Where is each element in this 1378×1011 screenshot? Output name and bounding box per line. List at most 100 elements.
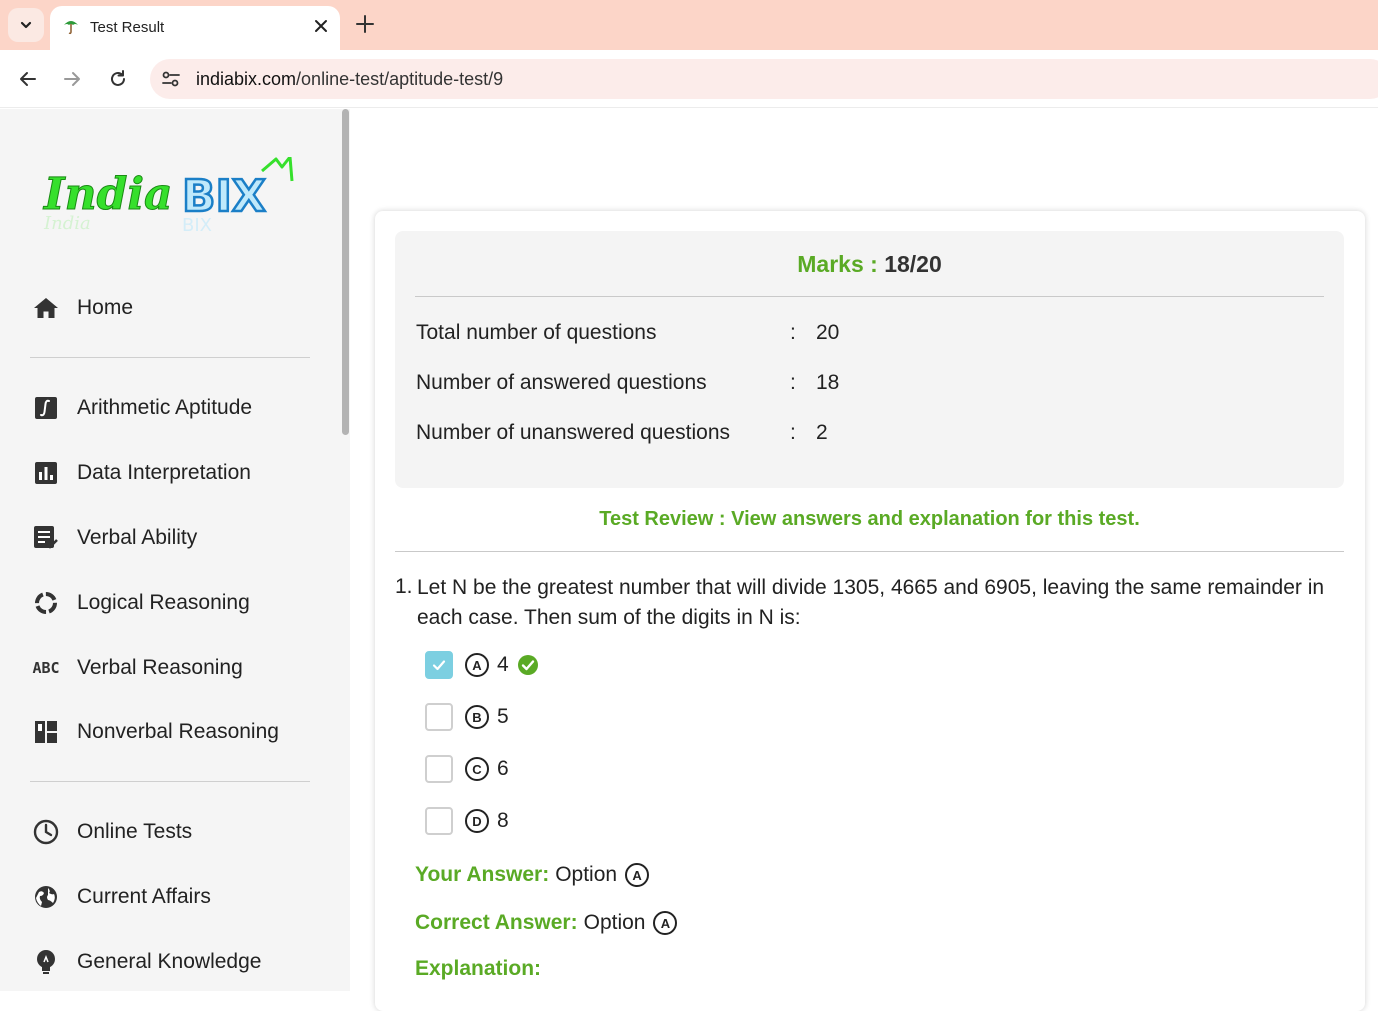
checklist-icon bbox=[32, 524, 60, 552]
option-checkbox[interactable] bbox=[425, 807, 453, 835]
option-value: 8 bbox=[497, 809, 509, 832]
site-settings-icon[interactable] bbox=[160, 69, 182, 89]
sidebar-item-current-affairs[interactable]: Current Affairs bbox=[32, 880, 211, 914]
summary-row-unanswered: Number of unanswered questions : 2 bbox=[416, 421, 828, 445]
sidebar-item-label: Home bbox=[77, 296, 134, 319]
sidebar-item-data-interpretation[interactable]: Data Interpretation bbox=[32, 456, 251, 490]
review-divider bbox=[395, 551, 1344, 552]
cycle-icon bbox=[32, 589, 60, 617]
summary-row-label: Number of unanswered questions bbox=[416, 421, 731, 444]
abc-icon: ABC bbox=[32, 659, 60, 677]
arrow-left-icon bbox=[20, 72, 36, 86]
summary-row-colon: : bbox=[790, 321, 796, 344]
option-letter-badge: A bbox=[465, 653, 489, 677]
indiabix-logo[interactable]: India BIX India BIX bbox=[42, 157, 302, 237]
url-text[interactable]: indiabix.com/online-test/aptitude-test/9 bbox=[196, 69, 503, 90]
svg-text:BIX: BIX bbox=[182, 215, 212, 236]
summary-row-colon: : bbox=[790, 421, 796, 444]
explanation-label: Explanation: bbox=[415, 957, 542, 980]
browser-tab[interactable]: Test Result bbox=[50, 6, 340, 50]
your-answer-label: Your Answer: bbox=[415, 863, 550, 886]
sidebar-item-general-knowledge[interactable]: General Knowledge bbox=[32, 945, 261, 979]
clock-icon bbox=[32, 818, 60, 846]
address-bar[interactable]: indiabix.com/online-test/aptitude-test/9 bbox=[150, 59, 1378, 99]
your-answer: Your Answer: Option A bbox=[415, 863, 650, 887]
sidebar-item-online-tests[interactable]: Online Tests bbox=[32, 815, 192, 849]
correct-check-circle-icon bbox=[517, 655, 538, 675]
summary-row-value: 18 bbox=[816, 371, 840, 394]
browser-toolbar: indiabix.com/online-test/aptitude-test/9 bbox=[0, 50, 1378, 108]
forward-button[interactable] bbox=[60, 67, 84, 91]
correct-answer-label: Correct Answer: bbox=[415, 911, 578, 934]
correct-answer-text: Option bbox=[583, 911, 646, 934]
sidebar-item-label: Data Interpretation bbox=[77, 461, 251, 484]
sidebar-item-label: Nonverbal Reasoning bbox=[77, 720, 279, 743]
option-a[interactable]: A 4 bbox=[425, 650, 539, 680]
url-path: /online-test/aptitude-test/9 bbox=[296, 69, 504, 89]
sidebar-item-label: Logical Reasoning bbox=[77, 591, 250, 614]
arrow-right-icon bbox=[64, 72, 80, 86]
sidebar-divider bbox=[30, 781, 310, 782]
option-d[interactable]: D 8 bbox=[425, 806, 509, 836]
sidebar-item-nonverbal-reasoning[interactable]: Nonverbal Reasoning bbox=[32, 715, 279, 749]
result-summary: Marks : 18/20 Total number of questions … bbox=[395, 231, 1344, 488]
bar-chart-icon bbox=[32, 459, 60, 487]
integral-icon bbox=[32, 394, 60, 422]
reload-icon bbox=[111, 70, 125, 86]
option-b[interactable]: B 5 bbox=[425, 702, 509, 732]
back-button[interactable] bbox=[16, 67, 40, 91]
lightbulb-icon bbox=[32, 948, 60, 976]
marks-value: 18/20 bbox=[884, 251, 942, 277]
sidebar-item-verbal-ability[interactable]: Verbal Ability bbox=[32, 521, 197, 555]
your-answer-letter-badge: A bbox=[625, 863, 650, 887]
option-value: 5 bbox=[497, 705, 509, 728]
summary-row-total: Total number of questions : 20 bbox=[416, 321, 839, 345]
option-letter-badge: D bbox=[465, 809, 489, 833]
option-c[interactable]: C 6 bbox=[425, 754, 509, 784]
sidebar-divider bbox=[30, 357, 310, 358]
url-host: indiabix.com bbox=[196, 69, 297, 89]
marks-heading: Marks : 18/20 bbox=[395, 251, 1344, 278]
tab-title: Test Result bbox=[90, 19, 165, 36]
test-result-card: Marks : 18/20 Total number of questions … bbox=[375, 211, 1365, 1011]
sidebar-scrollbar[interactable] bbox=[340, 109, 350, 435]
new-tab-plus-icon[interactable] bbox=[354, 13, 376, 35]
question-text: Let N be the greatest number that will d… bbox=[417, 576, 1325, 629]
close-icon[interactable] bbox=[312, 17, 330, 35]
option-value: 4 bbox=[497, 653, 509, 676]
sidebar-item-label: Online Tests bbox=[77, 820, 193, 843]
correct-answer-letter-badge: A bbox=[653, 911, 678, 935]
browser-tab-bar: Test Result bbox=[0, 0, 1378, 50]
sidebar-item-home[interactable]: Home bbox=[32, 291, 133, 325]
summary-row-colon: : bbox=[790, 371, 796, 394]
summary-row-label: Total number of questions bbox=[416, 321, 657, 344]
sidebar-item-label: Verbal Ability bbox=[77, 526, 198, 549]
sidebar-item-verbal-reasoning[interactable]: ABC Verbal Reasoning bbox=[32, 651, 242, 685]
your-answer-text: Option bbox=[555, 863, 618, 886]
checkmark-icon bbox=[432, 660, 446, 671]
option-letter-badge: C bbox=[465, 757, 489, 781]
tab-search-button[interactable] bbox=[8, 8, 44, 42]
globe-icon bbox=[32, 883, 60, 911]
option-checkbox[interactable] bbox=[425, 651, 453, 679]
sidebar-item-logical-reasoning[interactable]: Logical Reasoning bbox=[32, 586, 250, 620]
summary-row-value: 2 bbox=[816, 421, 828, 444]
summary-divider bbox=[415, 296, 1324, 297]
sidebar-item-label: Current Affairs bbox=[77, 885, 211, 908]
summary-row-answered: Number of answered questions : 18 bbox=[416, 371, 839, 395]
svg-text:India: India bbox=[43, 213, 91, 234]
option-checkbox[interactable] bbox=[425, 755, 453, 783]
correct-answer: Correct Answer: Option A bbox=[415, 911, 678, 935]
option-checkbox[interactable] bbox=[425, 703, 453, 731]
sidebar-item-arithmetic-aptitude[interactable]: Arithmetic Aptitude bbox=[32, 391, 252, 425]
reload-button[interactable] bbox=[106, 67, 130, 91]
sidebar-item-label: General Knowledge bbox=[77, 950, 262, 973]
option-letter-badge: B bbox=[465, 705, 489, 729]
sidebar: India BIX India BIX Home Arithmetic Apti… bbox=[0, 109, 350, 991]
marks-label: Marks : bbox=[797, 251, 878, 277]
question-number: 1. bbox=[395, 575, 413, 598]
layout-icon bbox=[32, 718, 60, 746]
explanation: Explanation: bbox=[415, 957, 541, 981]
umbrella-favicon-icon bbox=[64, 21, 78, 35]
test-review-heading: Test Review : View answers and explanati… bbox=[599, 508, 1140, 530]
